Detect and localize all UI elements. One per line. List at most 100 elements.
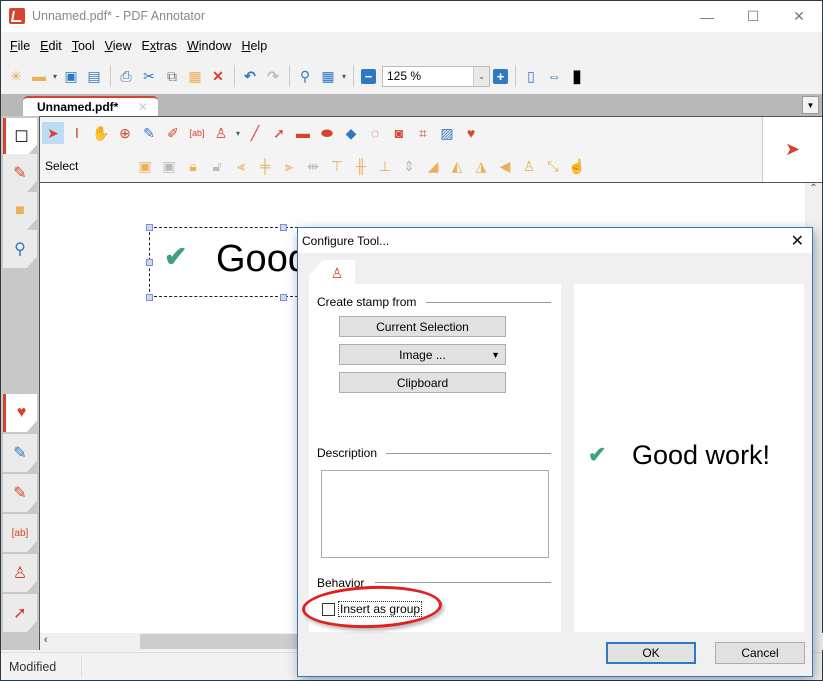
image-button[interactable]: Image ... ▼ [339, 344, 506, 365]
undo-icon[interactable]: ↶ [239, 65, 261, 87]
pen-tab[interactable]: ✎ [3, 434, 37, 472]
menu-file[interactable]: File [5, 39, 35, 53]
insert-as-group-checkbox[interactable] [322, 602, 335, 616]
attachments-tab[interactable]: ⚲ [3, 230, 37, 268]
delete-icon[interactable]: ✕ [207, 65, 229, 87]
save-icon[interactable]: ▣ [60, 65, 82, 87]
text-box-tool-icon[interactable]: [ab] [186, 122, 208, 144]
highlighter-tab[interactable]: ✎ [3, 474, 37, 512]
highlighter-tool-icon[interactable]: ✐ [162, 122, 184, 144]
paste-icon[interactable]: ▦ [184, 65, 206, 87]
hand-tool-icon[interactable]: ✋ [90, 122, 112, 144]
insert-as-group-option[interactable]: Insert as group [322, 601, 423, 617]
pages-tab[interactable]: ☐ [3, 118, 37, 156]
copy-icon[interactable]: ⧉ [161, 65, 183, 87]
grid-dropdown-icon[interactable]: ▾ [340, 65, 348, 87]
flip-vertical-icon[interactable]: ◀ [494, 155, 516, 177]
bookmarks-tab[interactable]: ✎ [3, 154, 37, 192]
rotate-icon[interactable]: ◢ [422, 155, 444, 177]
rotate-right-icon[interactable]: ◭ [446, 155, 468, 177]
select-tool-icon[interactable]: ➤ [42, 122, 64, 144]
menu-tool[interactable]: Tool [67, 39, 100, 53]
menu-view[interactable]: View [100, 39, 137, 53]
new-document-icon[interactable]: ✳ [5, 65, 27, 87]
current-selection-button[interactable]: Current Selection [339, 316, 506, 337]
zoom-out-button[interactable]: − [361, 68, 376, 84]
zoom-tool-icon[interactable]: ⊕ [114, 122, 136, 144]
minimize-button[interactable]: — [684, 1, 730, 32]
unlock-icon[interactable]: 🔓︎ [206, 155, 228, 177]
lock-icon[interactable]: 🔒︎ [182, 155, 204, 177]
align-right-icon[interactable]: ⫸ [278, 155, 300, 177]
print-icon[interactable]: ⎙ [115, 65, 137, 87]
clipboard-button[interactable]: Clipboard [339, 372, 506, 393]
dialog-close-icon[interactable]: ✕ [791, 231, 804, 251]
lasso-tool-icon[interactable]: ◌ [364, 122, 386, 144]
cut-icon[interactable]: ✂ [138, 65, 160, 87]
touch-icon[interactable]: ☝ [566, 155, 588, 177]
stamp-tab-icon[interactable]: ♙ [309, 260, 355, 286]
group-icon[interactable]: ▣ [134, 155, 156, 177]
description-textarea[interactable] [321, 470, 549, 558]
resize-handle[interactable] [146, 259, 153, 266]
insert-image-tool-icon[interactable]: ▨ [436, 122, 458, 144]
zoom-level-select[interactable]: 125 % ⌄ [382, 65, 490, 87]
resize-handle[interactable] [146, 224, 153, 231]
cancel-button[interactable]: Cancel [715, 642, 805, 664]
tab-unnamed-pdf[interactable]: Unnamed.pdf* ✕ [23, 96, 158, 116]
snapshot-tool-icon[interactable]: ◙ [388, 122, 410, 144]
align-center-icon[interactable]: ╪ [254, 155, 276, 177]
insert-as-group-label[interactable]: Insert as group [338, 601, 423, 617]
chevron-down-icon[interactable]: ⌄ [473, 66, 489, 86]
find-icon[interactable]: ⚲ [294, 65, 316, 87]
resize-handle[interactable] [280, 294, 287, 301]
scroll-up-icon[interactable]: ⌃ [805, 183, 822, 194]
menu-edit[interactable]: Edit [35, 39, 67, 53]
full-screen-icon[interactable]: ▮ [566, 65, 588, 87]
pen-tool-icon[interactable]: ✎ [138, 122, 160, 144]
favorites-tab[interactable]: ♥ [3, 394, 37, 432]
fit-page-icon[interactable]: ▯ [520, 65, 542, 87]
rectangle-tool-icon[interactable]: ▬ [292, 122, 314, 144]
ok-button[interactable]: OK [606, 642, 696, 664]
resize-handle[interactable] [146, 294, 153, 301]
tab-list-dropdown[interactable]: ▼ [802, 96, 819, 114]
stamp-tool-icon[interactable]: ♙ [210, 122, 232, 144]
grid-icon[interactable]: ▦ [317, 65, 339, 87]
tab-close-icon[interactable]: ✕ [138, 98, 148, 116]
open-folder-icon[interactable]: ▬ [28, 65, 50, 87]
distribute-horizontal-icon[interactable]: ⇹ [302, 155, 324, 177]
zoom-in-button[interactable]: + [493, 68, 508, 84]
scroll-left-icon[interactable]: ‹ [44, 634, 48, 646]
notes-tab[interactable]: ■ [3, 192, 37, 230]
add-stamp-icon[interactable]: ♙ [518, 155, 540, 177]
line-tool-icon[interactable]: ╱ [244, 122, 266, 144]
align-left-icon[interactable]: ⫷ [230, 155, 252, 177]
flip-horizontal-icon[interactable]: ◮ [470, 155, 492, 177]
stamp-tab[interactable]: ♙ [3, 554, 37, 592]
align-middle-icon[interactable]: ╫ [350, 155, 372, 177]
resize-handle[interactable] [280, 224, 287, 231]
textbox-tab[interactable]: [ab] [3, 514, 37, 552]
close-button[interactable]: ✕ [776, 1, 822, 32]
menu-window[interactable]: Window [182, 39, 236, 53]
save-as-icon[interactable]: ▤ [83, 65, 105, 87]
ellipse-tool-icon[interactable]: ⬬ [316, 122, 338, 144]
menu-help[interactable]: Help [236, 39, 272, 53]
stamp-dropdown-icon[interactable]: ▾ [234, 122, 242, 144]
open-dropdown-icon[interactable]: ▾ [51, 65, 59, 87]
distribute-vertical-icon[interactable]: ⇕ [398, 155, 420, 177]
arrow-tool-icon[interactable]: ➚ [268, 122, 290, 144]
align-top-icon[interactable]: ⊤ [326, 155, 348, 177]
favorites-tool-icon[interactable]: ♥ [460, 122, 482, 144]
menu-extras[interactable]: Extras [137, 39, 182, 53]
crop-tool-icon[interactable]: ⌗ [412, 122, 434, 144]
align-bottom-icon[interactable]: ⊥ [374, 155, 396, 177]
horizontal-scroll-thumb[interactable] [140, 634, 300, 649]
text-select-tool-icon[interactable]: Ⅰ [66, 122, 88, 144]
redo-icon[interactable]: ↷ [262, 65, 284, 87]
resize-icon[interactable]: ⤡ [542, 155, 564, 177]
maximize-button[interactable]: ☐ [730, 1, 776, 32]
arrow-tab[interactable]: ➚ [3, 594, 37, 632]
ungroup-icon[interactable]: ▣ [158, 155, 180, 177]
